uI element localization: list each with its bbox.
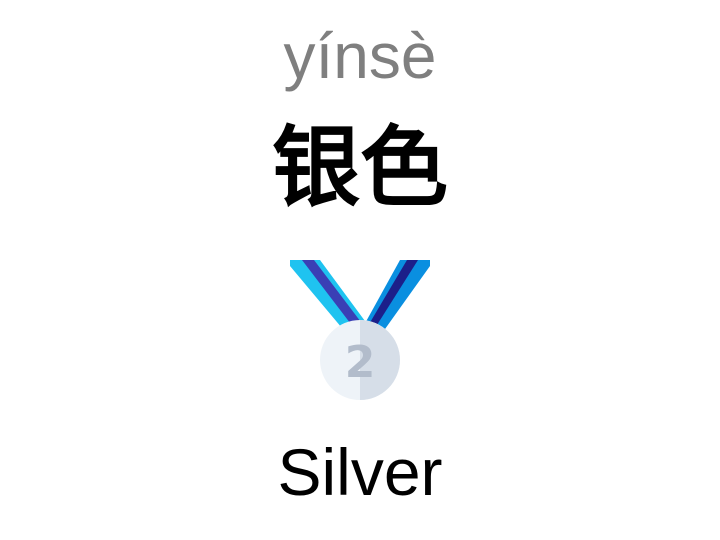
silver-medal-icon: 2 (290, 260, 430, 400)
english-translation: Silver (277, 435, 443, 509)
chinese-word: 银色 (271, 116, 448, 219)
pinyin-text: yínsè (283, 20, 437, 92)
flashcard: yínsè 银色 2 Silver (0, 0, 720, 540)
medal-number: 2 (345, 337, 376, 388)
